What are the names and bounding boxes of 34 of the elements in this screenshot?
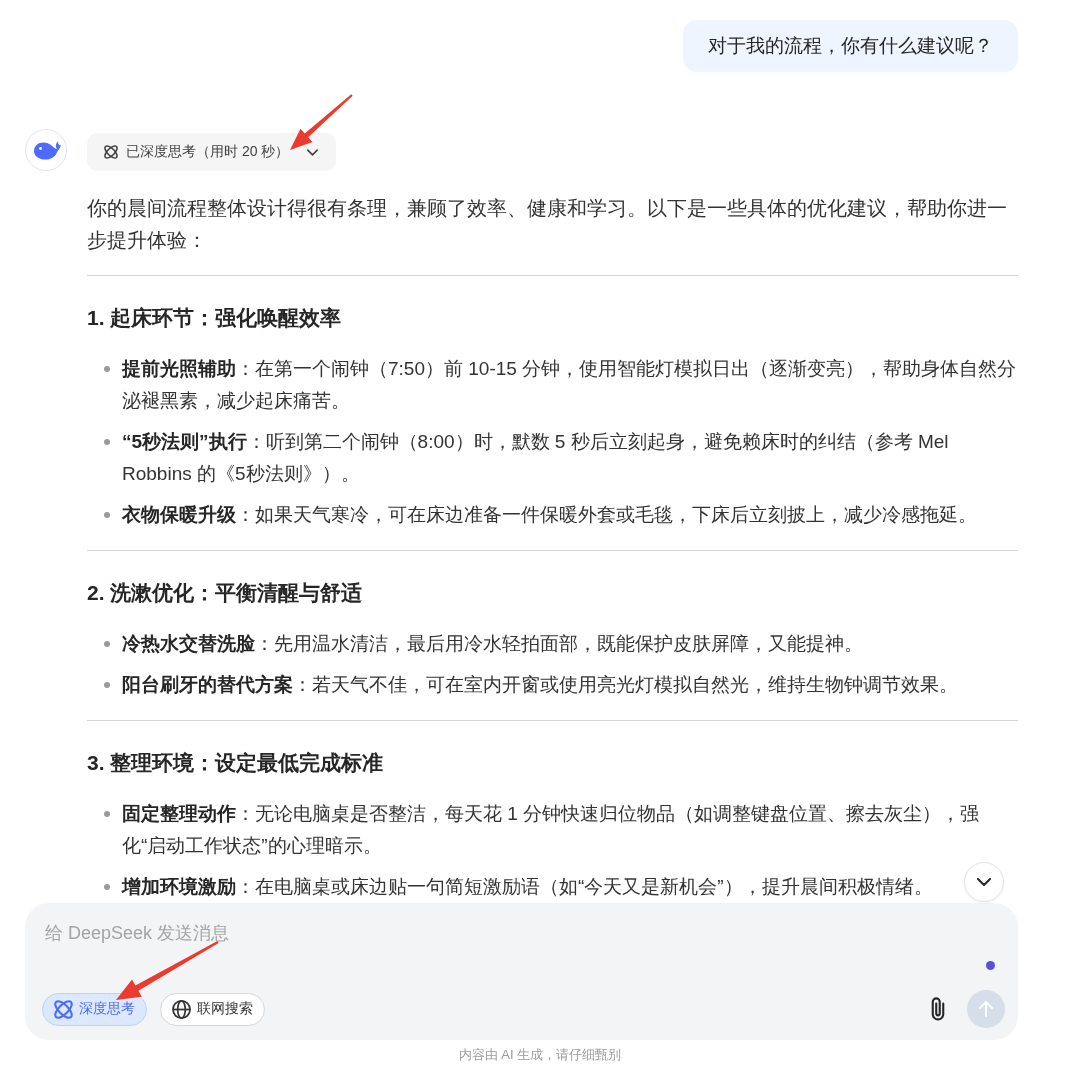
list-item-text: “5秒法则”执行：听到第二个闹钟（8:00）时，默数 5 秒后立刻起身，避免赖床时的纠结（参考 Mel Robbins 的《5秒法则》）。 <box>122 430 950 486</box>
section-heading: 3. 整理环境：设定最低完成标准 <box>87 750 385 776</box>
section-heading: 1. 起床环节：强化唤醒效率 <box>87 305 343 331</box>
list-item-text: 提前光照辅助：在第一个闹钟（7:50）前 10-15 分钟，使用智能灯模拟日出（逐渐变亮），帮助身体自然分泌褪黑素，减少起床痛苦。 <box>122 357 1018 413</box>
message-input[interactable]: 给 DeepSeek 发送消息 <box>45 919 1005 947</box>
annotation-arrow <box>289 93 354 151</box>
list-item-text: 衣物保暖升级：如果天气寒冷，可在床边准备一件保暖外套或毛毯，下床后立刻披上，减少冷感拖延。 <box>122 503 977 527</box>
scroll-down-button[interactable] <box>964 862 1004 902</box>
bullet-icon <box>104 811 110 817</box>
disclaimer-text: 内容由 AI 生成，请仔细甄别 <box>458 1046 622 1064</box>
dot-icon <box>986 961 995 970</box>
arrow-up-icon <box>979 1001 993 1017</box>
web-search-button[interactable]: 联网搜索 <box>160 992 265 1026</box>
reply-paragraph: 你的晨间流程整体设计得很有条理，兼顾了效率、健康和学习。以下是一些具体的优化建议，帮助你进一步提升体验： <box>87 196 1008 253</box>
thinking-toggle[interactable]: 已深度思考（用时 20 秒） <box>87 133 337 171</box>
list-item-text: 固定整理动作：无论电脑桌是否整洁，每天花 1 分钟快速归位物品（如调整键盘位置、擦去灰尘），强化“启动工作状态”的心理暗示。 <box>122 802 981 858</box>
paperclip-icon[interactable] <box>931 996 945 1022</box>
bullet-icon <box>104 512 110 518</box>
whale-icon <box>25 129 67 171</box>
atom-icon <box>54 999 73 1019</box>
chevron-down-icon <box>977 878 991 886</box>
bullet-icon <box>104 682 110 688</box>
bullet-icon <box>104 366 110 372</box>
bullet-icon <box>104 884 110 890</box>
list-item-text: 阳台刷牙的替代方案：若天气不佳，可在室内开窗或使用亮光灯模拟自然光，维持生物钟调节效果。 <box>122 673 958 697</box>
list-item-text: 增加环境激励：在电脑桌或床边贴一句简短激励语（如“今天又是新机会”），提升晨间积极情绪。 <box>122 875 933 899</box>
section-heading: 2. 洗漱优化：平衡清醒与舒适 <box>87 580 364 606</box>
deep-think-button[interactable]: 深度思考 <box>42 992 147 1026</box>
user-message: 对于我的流程，你有什么建议呢？ <box>683 20 1018 72</box>
globe-icon <box>172 999 191 1019</box>
atom-icon <box>104 145 118 159</box>
bullet-icon <box>104 641 110 647</box>
bullet-icon <box>104 439 110 445</box>
list-item-text: 冷热水交替洗脸：先用温水清洁，最后用冷水轻拍面部，既能保护皮肤屏障，又能提神。 <box>122 632 863 656</box>
